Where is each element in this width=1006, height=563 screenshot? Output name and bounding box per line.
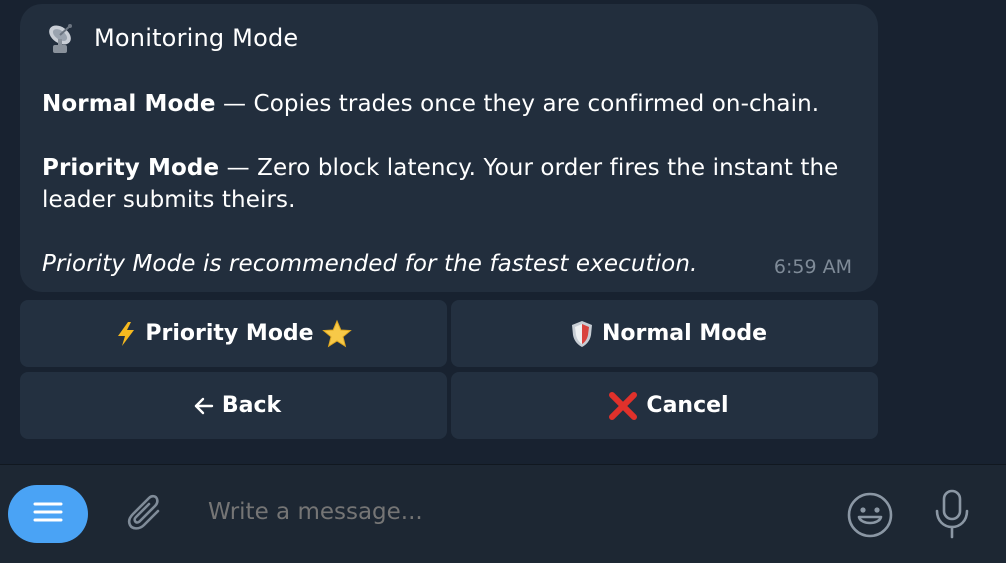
menu-icon [33,501,63,527]
normal-mode-button[interactable]: Normal Mode [451,300,878,367]
message-title: Monitoring Mode [94,24,299,52]
message-composer [0,464,1006,563]
normal-mode-button-label: Normal Mode [601,321,768,346]
back-button[interactable]: Back [20,372,447,439]
recommendation-note: Priority Mode is recommended for the fas… [42,251,698,277]
message-input[interactable] [208,499,808,525]
normal-mode-paragraph: Normal Mode — Copies trades once they ar… [42,88,862,120]
back-button-label: Back [221,393,282,418]
normal-mode-description: — Copies trades once they are confirmed … [215,91,820,117]
priority-mode-paragraph: Priority Mode — Zero block latency. Your… [42,152,862,216]
shield-icon [570,320,594,348]
cancel-button[interactable]: Cancel [451,372,878,439]
microphone-icon[interactable] [932,489,972,541]
satellite-antenna-icon [42,20,78,56]
priority-mode-label: Priority Mode [42,155,220,181]
lightning-icon [115,321,137,347]
message-timestamp: 6:59 AM [773,256,852,278]
bot-menu-button[interactable] [8,485,88,543]
chat-area: Monitoring Mode Normal Mode — Copies tra… [0,0,1006,464]
priority-mode-button[interactable]: Priority Mode [20,300,447,367]
normal-mode-label: Normal Mode [42,91,216,117]
cross-mark-icon [608,391,638,421]
message-title-row: Monitoring Mode [42,20,298,56]
emoji-icon[interactable] [846,491,894,539]
priority-mode-button-label: Priority Mode [145,321,314,346]
left-arrow-icon [194,397,214,415]
attach-icon[interactable] [124,491,170,537]
star-icon [321,319,352,349]
message-bubble: Monitoring Mode Normal Mode — Copies tra… [20,4,878,292]
cancel-button-label: Cancel [646,393,729,418]
